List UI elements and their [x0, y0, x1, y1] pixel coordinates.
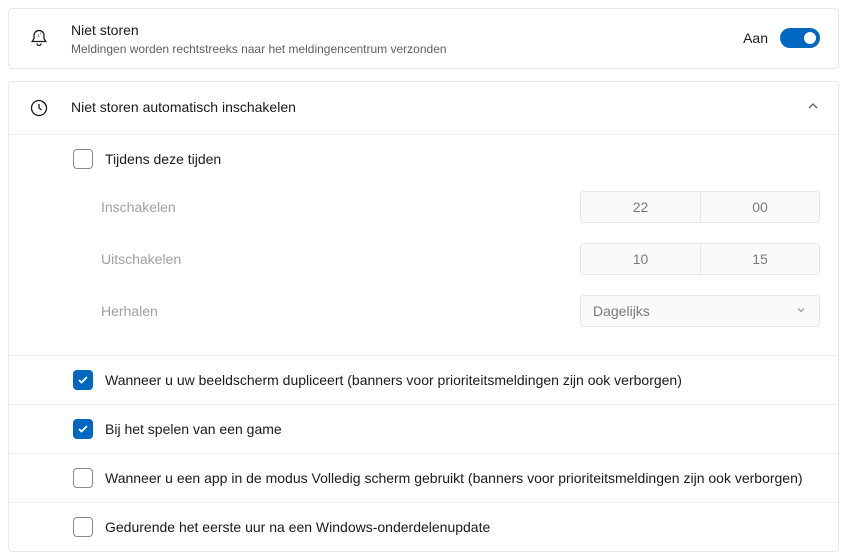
duplicating-label: Wanneer u uw beeldscherm dupliceert (ban… — [105, 372, 682, 388]
gaming-row: Bij het spelen van een game — [9, 405, 838, 454]
repeat-select[interactable]: Dagelijks — [580, 295, 820, 327]
repeat-select-value: Dagelijks — [593, 303, 795, 319]
dnd-text: Niet storen Meldingen worden rechtstreek… — [71, 21, 743, 56]
enable-time-row: Inschakelen 22 00 — [101, 181, 820, 233]
fullscreen-checkbox[interactable] — [73, 468, 93, 488]
clock-icon — [27, 98, 51, 118]
disable-min-field[interactable]: 15 — [700, 243, 820, 275]
dnd-title: Niet storen — [71, 21, 743, 41]
gaming-label: Bij het spelen van een game — [105, 421, 282, 437]
dnd-row: z z Niet storen Meldingen worden rechtst… — [9, 9, 838, 68]
enable-time-label: Inschakelen — [101, 199, 580, 215]
enable-min-field[interactable]: 00 — [700, 191, 820, 223]
during-times-checkbox[interactable] — [73, 149, 93, 169]
enable-hour-field[interactable]: 22 — [580, 191, 700, 223]
gaming-checkbox[interactable] — [73, 419, 93, 439]
disable-time-label: Uitschakelen — [101, 251, 580, 267]
auto-enable-body: Tijdens deze tijden Inschakelen 22 00 Ui… — [9, 134, 838, 551]
auto-enable-title: Niet storen automatisch inschakelen — [71, 98, 806, 118]
dnd-toggle-group: Aan — [743, 28, 820, 48]
duplicating-row: Wanneer u uw beeldscherm dupliceert (ban… — [9, 356, 838, 405]
duplicating-checkbox[interactable] — [73, 370, 93, 390]
do-not-disturb-card: z z Niet storen Meldingen worden rechtst… — [8, 8, 839, 69]
after-update-label: Gedurende het eerste uur na een Windows-… — [105, 519, 490, 535]
after-update-checkbox[interactable] — [73, 517, 93, 537]
disable-time-row: Uitschakelen 10 15 — [101, 233, 820, 285]
chevron-up-icon — [806, 99, 820, 116]
svg-text:z: z — [40, 32, 42, 36]
time-schedule-block: Inschakelen 22 00 Uitschakelen 10 15 Her… — [9, 175, 838, 356]
fullscreen-row: Wanneer u een app in de modus Volledig s… — [9, 454, 838, 503]
auto-enable-header[interactable]: Niet storen automatisch inschakelen — [9, 82, 838, 134]
dnd-icon: z z — [27, 28, 51, 48]
after-update-row: Gedurende het eerste uur na een Windows-… — [9, 503, 838, 551]
fullscreen-label: Wanneer u een app in de modus Volledig s… — [105, 470, 803, 486]
disable-hour-field[interactable]: 10 — [580, 243, 700, 275]
during-times-row: Tijdens deze tijden — [9, 135, 838, 175]
dnd-toggle[interactable] — [780, 28, 820, 48]
dnd-subtitle: Meldingen worden rechtstreeks naar het m… — [71, 42, 743, 56]
during-times-label: Tijdens deze tijden — [105, 151, 221, 167]
dnd-toggle-label: Aan — [743, 30, 768, 46]
repeat-row: Herhalen Dagelijks — [101, 285, 820, 337]
repeat-label: Herhalen — [101, 303, 580, 319]
chevron-down-icon — [795, 303, 807, 319]
auto-enable-card: Niet storen automatisch inschakelen Tijd… — [8, 81, 839, 552]
